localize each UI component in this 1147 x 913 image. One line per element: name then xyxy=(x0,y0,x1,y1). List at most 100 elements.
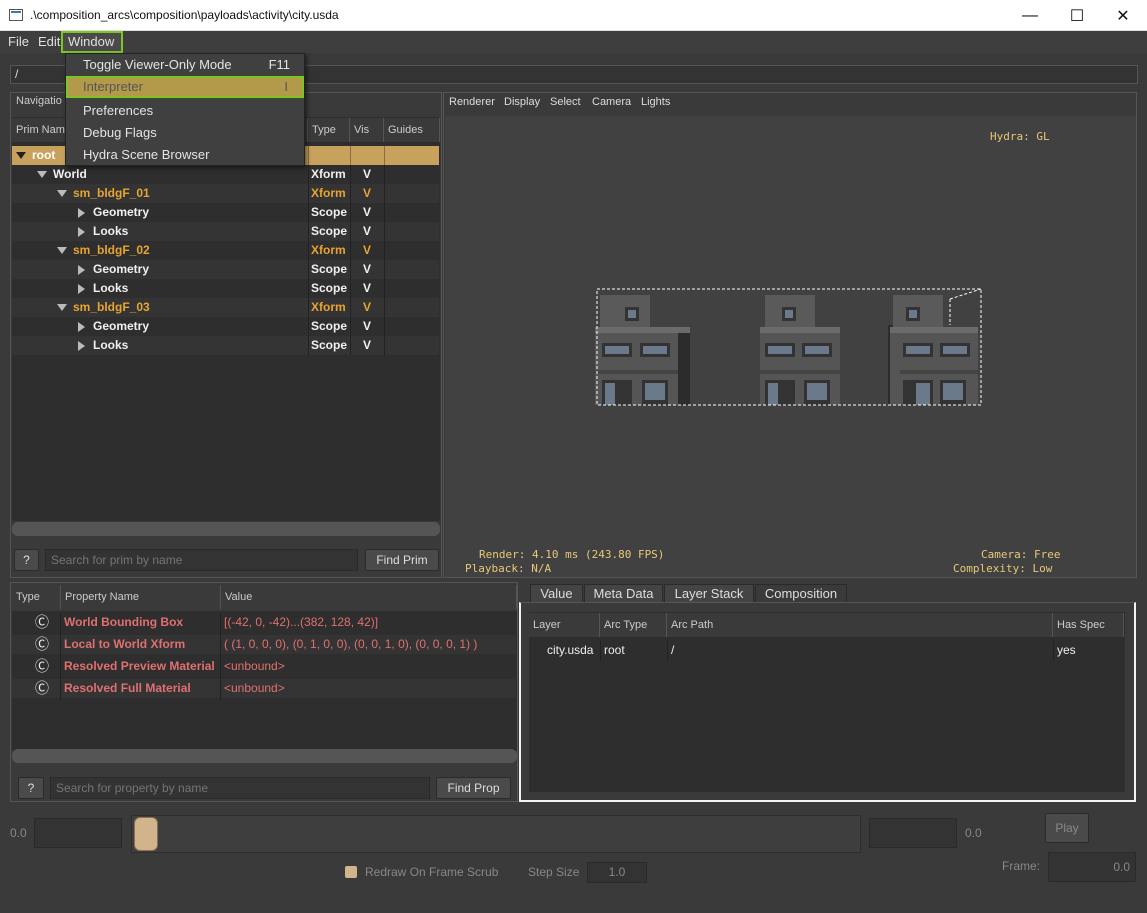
tab-layer-stack[interactable]: Layer Stack xyxy=(664,584,754,603)
col-arc-type[interactable]: Arc Type xyxy=(600,613,667,637)
tree-row[interactable]: Geometry Scope V xyxy=(12,317,439,336)
property-row[interactable]: Ⓒ Local to World Xform ( (1, 0, 0, 0), (… xyxy=(12,635,516,654)
property-help-button[interactable]: ? xyxy=(18,777,44,799)
frame-field[interactable]: 0.0 xyxy=(1048,852,1136,882)
navigator-title: Navigatio xyxy=(16,95,62,107)
end-frame-field[interactable] xyxy=(869,818,957,848)
collapse-icon[interactable] xyxy=(78,207,85,218)
hud-camera: Camera: Free xyxy=(981,548,1061,561)
collapse-icon[interactable] xyxy=(78,283,85,294)
tree-row[interactable]: Looks Scope V xyxy=(12,222,439,241)
collapse-icon[interactable] xyxy=(78,340,85,351)
hud-render-time: Render: 4.10 ms (243.80 FPS) xyxy=(479,548,665,561)
shortcut-label: F11 xyxy=(268,57,290,72)
maximize-button[interactable]: ☐ xyxy=(1054,0,1100,31)
property-scrollbar[interactable] xyxy=(12,749,517,763)
property-row[interactable]: Ⓒ World Bounding Box [(-42, 0, -42)...(3… xyxy=(12,613,516,632)
close-icon: ✕ xyxy=(1116,7,1130,25)
computed-icon: Ⓒ xyxy=(35,614,49,630)
property-row[interactable]: Ⓒ Resolved Preview Material <unbound> xyxy=(12,657,516,676)
shortcut-label: I xyxy=(284,79,288,94)
find-prim-button[interactable]: Find Prim xyxy=(365,549,439,571)
col-has-spec[interactable]: Has Spec xyxy=(1053,613,1124,637)
prim-help-button[interactable]: ? xyxy=(14,549,39,571)
title-bar: .\composition_arcs\composition\payloads\… xyxy=(0,0,1147,31)
collapse-icon[interactable] xyxy=(78,226,85,237)
computed-icon: Ⓒ xyxy=(35,658,49,674)
start-frame-label: 0.0 xyxy=(10,826,27,840)
menu-renderer[interactable]: Renderer xyxy=(449,96,495,108)
menu-toggle-viewer-only[interactable]: Toggle Viewer-Only Mode F11 xyxy=(66,54,304,76)
close-button[interactable]: ✕ xyxy=(1100,0,1146,31)
menu-interpreter[interactable]: Interpreter I xyxy=(66,76,304,98)
frame-slider[interactable] xyxy=(131,815,861,853)
minimize-icon: — xyxy=(1022,6,1038,24)
composition-row[interactable]: city.usda root / yes xyxy=(529,641,1125,660)
tree-row[interactable]: sm_bldgF_03 Xform V xyxy=(12,298,439,317)
col-vis[interactable]: Vis xyxy=(350,118,384,142)
start-frame-field[interactable] xyxy=(34,818,122,848)
end-frame-label: 0.0 xyxy=(965,826,982,840)
col-type[interactable]: Type xyxy=(308,118,350,142)
tree-row[interactable]: World Xform V xyxy=(12,165,439,184)
col-prop-type[interactable]: Type xyxy=(12,585,61,609)
collapse-icon[interactable] xyxy=(78,264,85,275)
redraw-label: Redraw On Frame Scrub xyxy=(365,865,499,879)
col-guides[interactable]: Guides xyxy=(384,118,440,142)
expand-icon[interactable] xyxy=(57,247,67,255)
expand-icon[interactable] xyxy=(37,171,47,179)
computed-icon: Ⓒ xyxy=(35,636,49,652)
tree-scrollbar[interactable] xyxy=(12,522,440,536)
property-row[interactable]: Ⓒ Resolved Full Material <unbound> xyxy=(12,679,516,698)
col-prop-name[interactable]: Property Name xyxy=(61,585,221,609)
hud-renderer: Hydra: GL xyxy=(990,130,1050,143)
composition-table xyxy=(529,612,1125,792)
building-2 xyxy=(760,295,840,405)
col-arc-path[interactable]: Arc Path xyxy=(667,613,1053,637)
menu-camera[interactable]: Camera xyxy=(592,96,631,108)
prim-search-input[interactable] xyxy=(45,549,358,571)
tab-value[interactable]: Value xyxy=(530,584,583,603)
tab-composition[interactable]: Composition xyxy=(755,584,847,603)
step-size-label: Step Size xyxy=(528,865,580,879)
building-1 xyxy=(595,295,690,405)
collapse-icon[interactable] xyxy=(78,321,85,332)
col-prop-value[interactable]: Value xyxy=(221,585,517,609)
maximize-icon: ☐ xyxy=(1069,7,1085,25)
minimize-button[interactable]: — xyxy=(1007,0,1053,31)
tree-row[interactable]: Looks Scope V xyxy=(12,279,439,298)
property-search-input[interactable] xyxy=(50,777,430,799)
redraw-checkbox[interactable] xyxy=(345,866,357,878)
viewport-menubar: Renderer Display Select Camera Lights xyxy=(444,93,1136,115)
menu-edit[interactable]: Edit xyxy=(36,31,62,53)
expand-icon[interactable] xyxy=(57,304,67,312)
menu-select[interactable]: Select xyxy=(550,96,581,108)
menu-debug-flags[interactable]: Debug Flags xyxy=(66,122,304,144)
col-layer[interactable]: Layer xyxy=(529,613,600,637)
menu-lights[interactable]: Lights xyxy=(641,96,670,108)
play-button[interactable]: Play xyxy=(1045,813,1089,843)
frame-slider-handle[interactable] xyxy=(134,817,158,851)
menu-display[interactable]: Display xyxy=(504,96,540,108)
window-title: .\composition_arcs\composition\payloads\… xyxy=(30,8,339,22)
menu-preferences[interactable]: Preferences xyxy=(66,100,304,122)
app-icon xyxy=(9,9,23,21)
frame-label: Frame: xyxy=(1002,859,1041,873)
tree-row[interactable]: Looks Scope V xyxy=(12,336,439,355)
hud-playback: Playback: N/A xyxy=(465,562,552,575)
menu-hydra-scene-browser[interactable]: Hydra Scene Browser xyxy=(66,144,304,166)
tree-row[interactable]: Geometry Scope V xyxy=(12,260,439,279)
expand-icon[interactable] xyxy=(16,152,26,160)
tab-meta-data[interactable]: Meta Data xyxy=(584,584,663,603)
find-prop-button[interactable]: Find Prop xyxy=(436,777,511,799)
tree-row[interactable]: sm_bldgF_02 Xform V xyxy=(12,241,439,260)
tree-row[interactable]: Geometry Scope V xyxy=(12,203,439,222)
window-dropdown-menu: Toggle Viewer-Only Mode F11 Interpreter … xyxy=(65,53,305,166)
expand-icon[interactable] xyxy=(57,190,67,198)
scene-buildings xyxy=(595,288,982,406)
tree-row[interactable]: sm_bldgF_01 Xform V xyxy=(12,184,439,203)
step-size-field[interactable]: 1.0 xyxy=(587,862,647,883)
hud-complexity: Complexity: Low xyxy=(953,562,1053,575)
menu-window[interactable]: Window xyxy=(61,31,123,53)
menu-file[interactable]: File xyxy=(6,31,31,53)
